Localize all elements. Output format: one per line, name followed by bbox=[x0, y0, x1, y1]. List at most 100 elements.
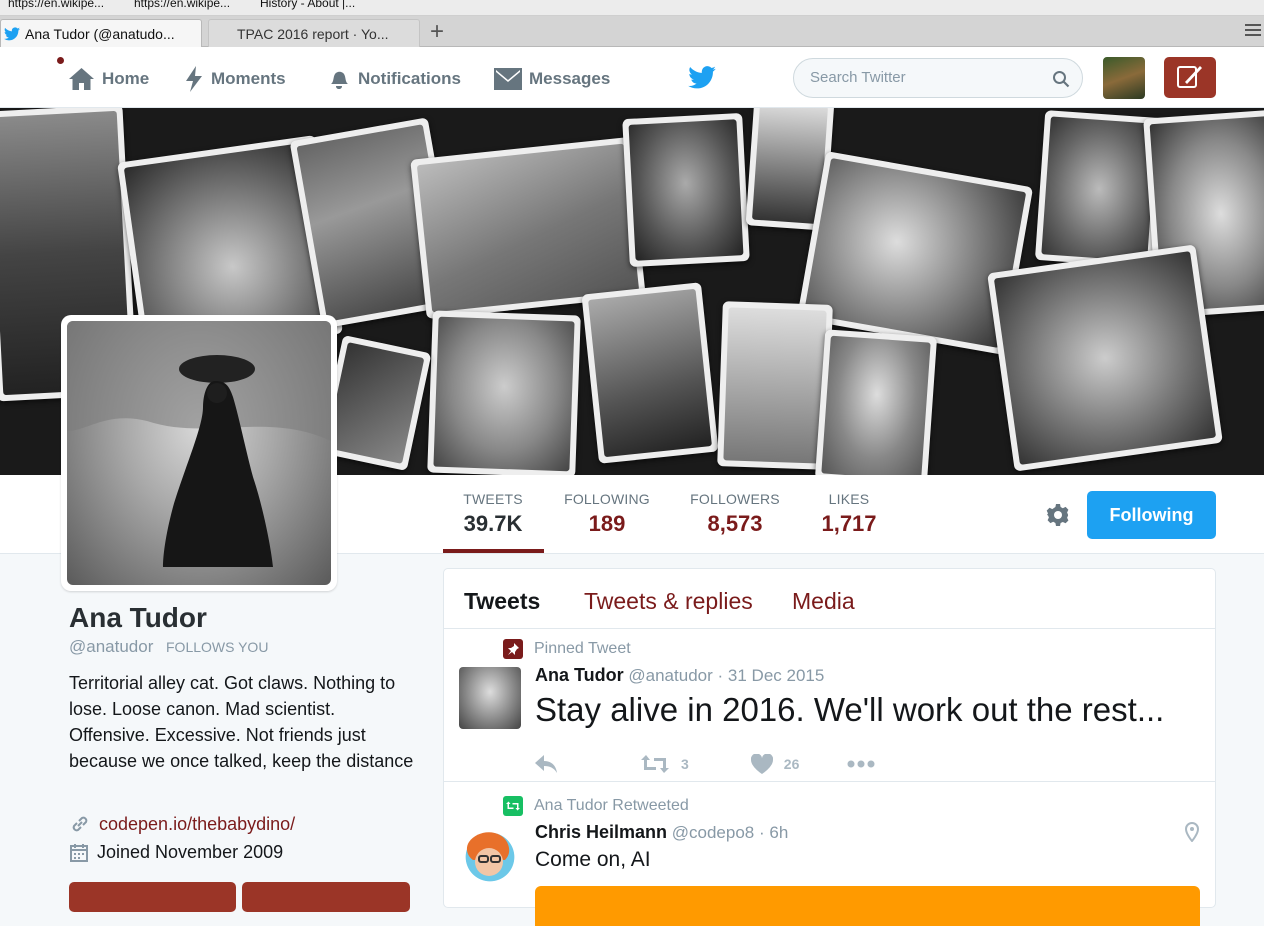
tweet-separator: · bbox=[759, 823, 765, 842]
nav-notifications-label: Notifications bbox=[358, 69, 461, 88]
link-icon bbox=[72, 816, 88, 832]
profile-avatar-image bbox=[67, 321, 331, 585]
tab-tweets[interactable]: Tweets bbox=[464, 588, 540, 615]
envelope-icon bbox=[494, 68, 522, 90]
tweet-header: Ana Tudor @anatudor · 31 Dec 2015 bbox=[535, 665, 824, 686]
home-icon bbox=[69, 68, 94, 90]
tweet-author-name[interactable]: Ana Tudor bbox=[535, 665, 624, 685]
stat-value: 1,717 bbox=[821, 511, 877, 536]
stat-value: 39.7K bbox=[463, 511, 523, 536]
profile-joined-date: Joined November 2009 bbox=[97, 842, 284, 862]
tab-title: Ana Tudor (@anatudo... bbox=[25, 26, 175, 42]
tweet-text: Come on, AI bbox=[535, 848, 651, 871]
timeline: Tweets Tweets & replies Media Pinned Twe… bbox=[443, 568, 1216, 926]
pin-icon bbox=[503, 639, 523, 659]
banner-photo bbox=[814, 329, 938, 475]
retweet-context-icon bbox=[503, 796, 523, 816]
banner-photo bbox=[581, 282, 719, 464]
tweet-to-button[interactable] bbox=[69, 882, 236, 912]
tweet-media-preview[interactable] bbox=[535, 886, 1200, 926]
tweet-author-handle[interactable]: @anatudor bbox=[628, 666, 712, 685]
profile-website-link[interactable]: codepen.io/thebabydino/ bbox=[99, 814, 295, 835]
nav-home-label: Home bbox=[102, 69, 150, 88]
reply-icon[interactable] bbox=[535, 755, 559, 773]
stat-value: 8,573 bbox=[707, 511, 763, 536]
profile-handle[interactable]: @anatudor bbox=[69, 637, 153, 657]
stat-likes[interactable]: LIKES 1,717 bbox=[814, 491, 884, 537]
stat-following[interactable]: FOLLOWING 189 bbox=[560, 491, 654, 537]
quill-icon bbox=[1177, 66, 1202, 88]
twitter-logo-icon[interactable] bbox=[688, 66, 716, 89]
tab-media[interactable]: Media bbox=[792, 588, 855, 615]
tweet-context: Ana Tudor Retweeted bbox=[503, 796, 689, 816]
top-navigation: Home Moments Notifications Messages Sear… bbox=[0, 47, 1264, 108]
stat-label: FOLLOWERS bbox=[690, 491, 780, 507]
bell-icon bbox=[331, 71, 348, 89]
tweet-author-avatar[interactable] bbox=[459, 826, 521, 888]
tweet-header: Chris Heilmann @codepo8 · 6h bbox=[535, 822, 788, 843]
hamburger-menu-icon[interactable] bbox=[1245, 24, 1261, 38]
tweet-text: Stay alive in 2016. We'll work out the r… bbox=[535, 691, 1165, 728]
search-icon[interactable] bbox=[1052, 70, 1070, 88]
search-input[interactable]: Search Twitter bbox=[793, 58, 1083, 98]
tweet-separator: · bbox=[717, 666, 724, 685]
tweet-pinned[interactable]: Pinned Tweet Ana Tudor @anatudor · 31 De… bbox=[444, 629, 1215, 782]
location-pin-icon bbox=[1185, 822, 1199, 842]
stat-label: FOLLOWING bbox=[564, 491, 650, 507]
like-count: 26 bbox=[783, 756, 800, 772]
tweet-retweeted[interactable]: Ana Tudor Retweeted Chris Heilmann @code… bbox=[444, 782, 1215, 926]
browser-tab-strip: Ana Tudor (@anatudo... TPAC 2016 report … bbox=[0, 16, 1264, 47]
avatar-figure-graphic bbox=[67, 321, 331, 567]
gear-icon[interactable] bbox=[1046, 503, 1070, 527]
bookmark-link[interactable]: https://en.wikipe... bbox=[134, 0, 230, 10]
follows-you-badge: FOLLOWS YOU bbox=[166, 639, 269, 655]
profile-avatar[interactable] bbox=[61, 315, 337, 591]
search-placeholder: Search Twitter bbox=[810, 69, 906, 86]
heart-icon[interactable] bbox=[750, 754, 773, 774]
twitter-bird-icon bbox=[4, 27, 20, 41]
bookmarks-bar: https://en.wikipe... https://en.wikipe..… bbox=[0, 0, 1264, 16]
profile-website-row[interactable]: codepen.io/thebabydino/ bbox=[69, 813, 295, 835]
nav-moments-label: Moments bbox=[211, 69, 286, 88]
bookmark-link[interactable]: History - About |... bbox=[260, 0, 355, 10]
compose-tweet-button[interactable] bbox=[1164, 57, 1216, 98]
browser-tab[interactable]: TPAC 2016 report · Yo... bbox=[208, 19, 420, 47]
banner-photo bbox=[427, 310, 581, 475]
more-icon[interactable] bbox=[847, 760, 875, 768]
tweet-context-text: Ana Tudor Retweeted bbox=[534, 797, 689, 814]
lightning-icon bbox=[186, 66, 202, 92]
tweet-context: Pinned Tweet bbox=[503, 639, 631, 659]
tab-tweets-replies[interactable]: Tweets & replies bbox=[584, 588, 753, 615]
notification-dot bbox=[57, 57, 64, 64]
stat-followers[interactable]: FOLLOWERS 8,573 bbox=[686, 491, 784, 537]
stat-tweets[interactable]: TWEETS 39.7K bbox=[458, 491, 528, 537]
new-tab-button[interactable]: + bbox=[430, 18, 444, 46]
nav-messages[interactable]: Messages bbox=[494, 67, 610, 91]
bookmark-link[interactable]: https://en.wikipe... bbox=[8, 0, 104, 10]
tweet-context-text: Pinned Tweet bbox=[534, 640, 631, 657]
nav-moments[interactable]: Moments bbox=[186, 66, 286, 92]
retweet-count: 3 bbox=[681, 756, 689, 772]
tweet-author-handle[interactable]: @codepo8 bbox=[672, 823, 755, 842]
nav-home[interactable]: Home bbox=[68, 67, 149, 91]
calendar-icon bbox=[70, 843, 88, 862]
banner-photo bbox=[987, 244, 1223, 472]
nav-notifications[interactable]: Notifications bbox=[327, 67, 461, 91]
tweet-time[interactable]: 31 Dec 2015 bbox=[728, 666, 824, 685]
tweet-author-avatar[interactable] bbox=[459, 667, 521, 729]
tweet-actions: 3 26 bbox=[535, 754, 875, 774]
timeline-tabs: Tweets Tweets & replies Media bbox=[444, 569, 1215, 629]
message-button[interactable] bbox=[242, 882, 410, 912]
active-stat-indicator bbox=[443, 549, 544, 553]
profile-bio: Territorial alley cat. Got claws. Nothin… bbox=[69, 673, 414, 771]
avatar-face-graphic bbox=[466, 832, 510, 876]
banner-photo bbox=[717, 301, 833, 470]
tweet-time[interactable]: 6h bbox=[769, 823, 788, 842]
stat-label: LIKES bbox=[828, 491, 870, 507]
user-avatar[interactable] bbox=[1103, 57, 1145, 99]
tab-title: TPAC 2016 report · Yo... bbox=[237, 26, 389, 42]
following-button[interactable]: Following bbox=[1087, 491, 1216, 539]
browser-tab-active[interactable]: Ana Tudor (@anatudo... bbox=[0, 19, 202, 47]
tweet-author-name[interactable]: Chris Heilmann bbox=[535, 822, 667, 842]
retweet-icon[interactable] bbox=[641, 755, 669, 773]
